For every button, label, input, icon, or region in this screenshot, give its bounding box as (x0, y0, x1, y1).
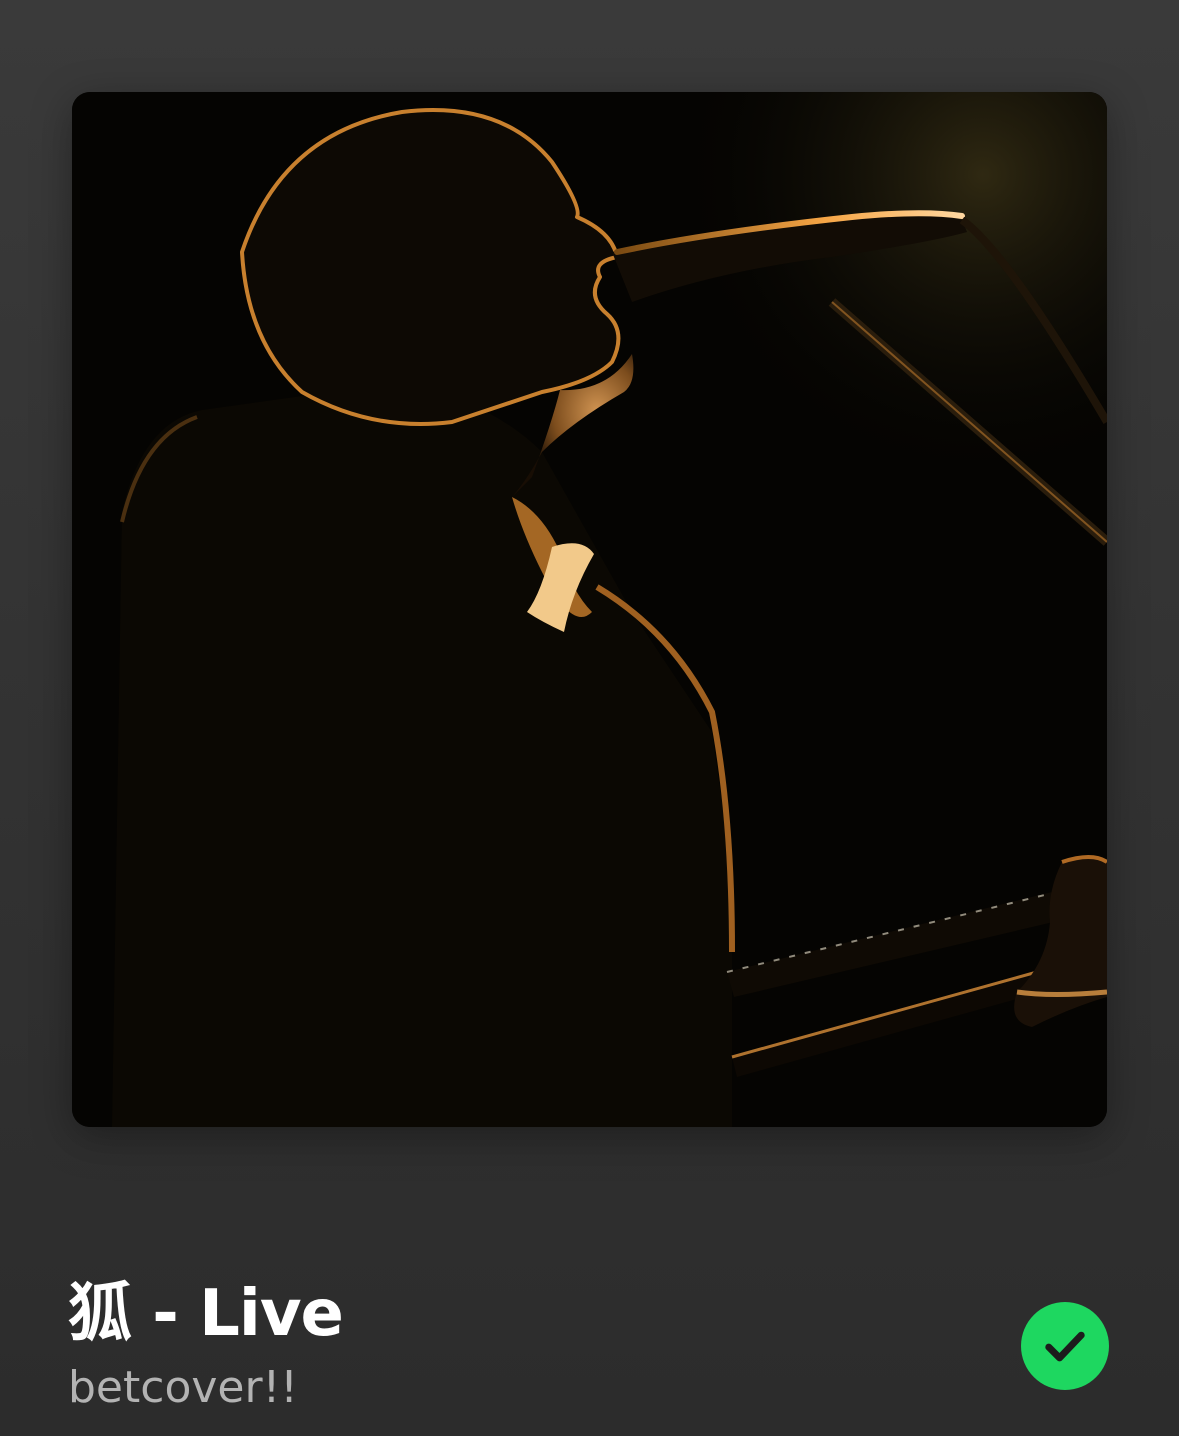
now-playing-screen: 狐 - Live betcover!! (0, 0, 1179, 1436)
check-icon (1045, 1331, 1085, 1362)
track-title[interactable]: 狐 - Live (68, 1270, 968, 1358)
album-artwork-image (72, 92, 1107, 1127)
album-artwork (72, 92, 1107, 1127)
saved-to-library-button[interactable] (1021, 1302, 1109, 1390)
track-info: 狐 - Live betcover!! (68, 1270, 968, 1418)
track-artist[interactable]: betcover!! (68, 1358, 968, 1418)
